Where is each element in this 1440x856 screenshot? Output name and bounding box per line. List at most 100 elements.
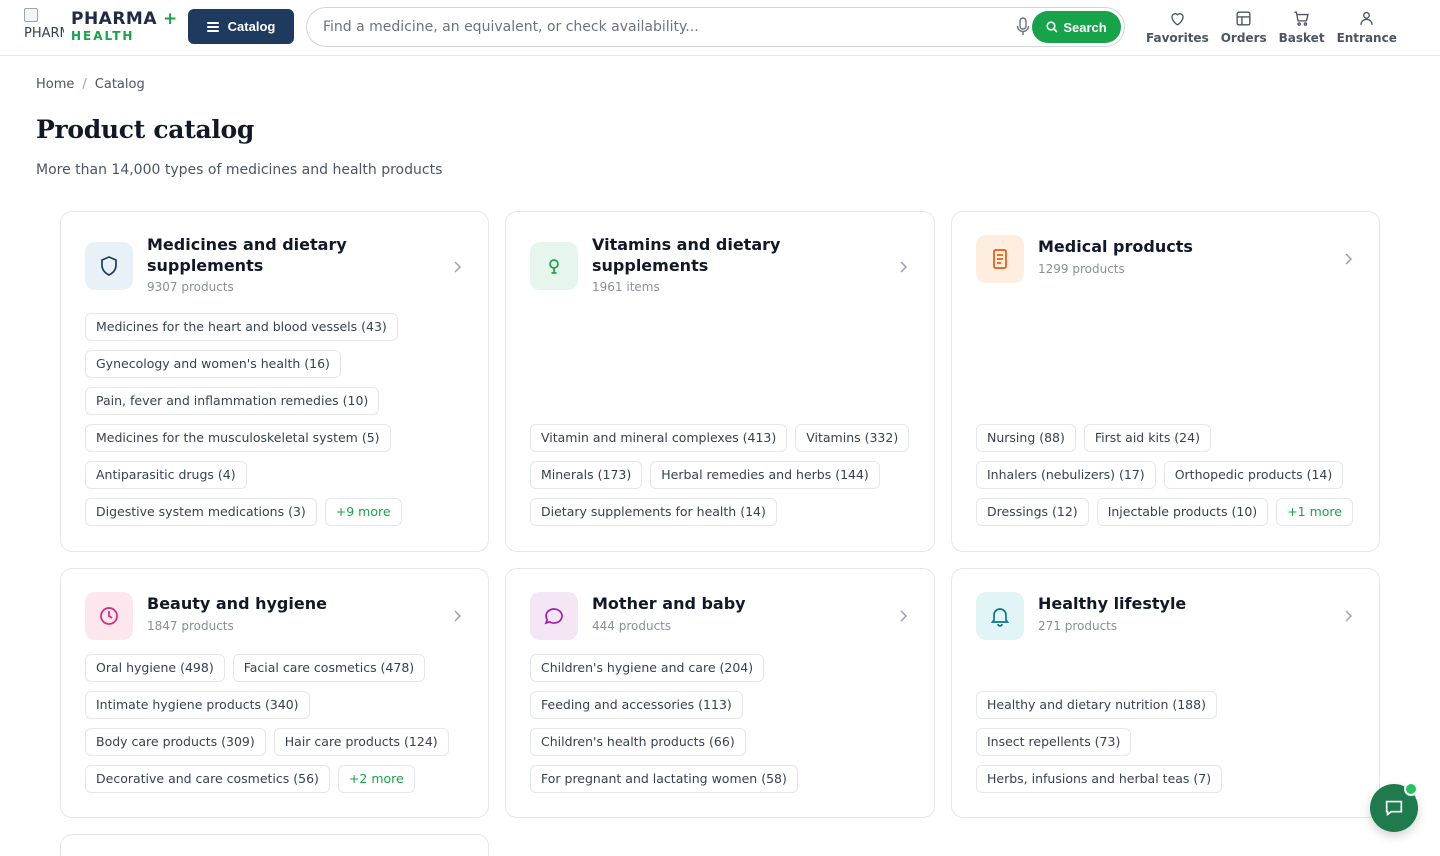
subcategory-chip[interactable]: For pregnant and lactating women (58) — [530, 765, 798, 793]
nav-favorites[interactable]: Favorites — [1140, 9, 1215, 45]
card-title: Vitamins and dietary supplements — [592, 235, 781, 275]
breadcrumb-separator: / — [82, 77, 87, 92]
chat-bubble-icon — [544, 608, 563, 625]
card-title: Medical products — [1038, 237, 1193, 256]
logo[interactable]: PHARMA + HEALTH — [71, 10, 178, 43]
card-count: 444 products — [592, 619, 672, 633]
nav-label: Entrance — [1336, 31, 1397, 45]
clock-icon — [100, 607, 118, 625]
subcategory-chip[interactable]: Intimate hygiene products (340) — [85, 691, 310, 719]
subcategory-chip[interactable]: Orthopedic products (14) — [1163, 461, 1344, 489]
subcategory-chip[interactable]: Herbal remedies and herbs (144) — [650, 461, 880, 489]
subcategory-chip[interactable]: Body care products (309) — [85, 728, 266, 756]
subcategory-chip[interactable]: Medicines for the heart and blood vessel… — [85, 313, 398, 341]
card-title: Mother and baby — [592, 594, 746, 613]
search-input[interactable] — [323, 8, 1013, 46]
search-button[interactable]: Search — [1032, 11, 1121, 43]
heart-icon — [1171, 13, 1184, 26]
card-count: 271 products — [1038, 619, 1118, 633]
nav-entrance[interactable]: Entrance — [1331, 9, 1403, 45]
chevron-right-icon[interactable] — [896, 609, 910, 623]
subcategory-chip[interactable]: Oral hygiene (498) — [85, 654, 225, 682]
subcategory-chips: Medicines for the heart and blood vessel… — [85, 313, 415, 526]
category-card-mother-baby[interactable]: Mother and baby 444 products Children's … — [505, 568, 935, 818]
card-title: Beauty and hygiene — [147, 594, 327, 613]
card-icon-box — [976, 592, 1024, 640]
search-button-label: Search — [1063, 19, 1107, 35]
shield-icon — [101, 256, 117, 276]
show-more-chip[interactable]: +1 more — [1276, 498, 1353, 526]
subcategory-chip[interactable]: Decorative and care cosmetics (56) — [85, 765, 330, 793]
subcategory-chip[interactable]: Children's health products (66) — [530, 728, 746, 756]
subcategory-chip[interactable]: Injectable products (10) — [1096, 498, 1269, 526]
logo-plus: + — [163, 9, 178, 29]
microphone-icon[interactable] — [1015, 17, 1031, 37]
subcategory-chip[interactable]: Healthy and dietary nutrition (188) — [976, 691, 1217, 719]
nav-label: Favorites — [1146, 31, 1209, 45]
document-icon — [993, 249, 1007, 269]
breadcrumb-current: Catalog — [94, 77, 145, 92]
category-card-vitamins[interactable]: Vitamins and dietary supplements 1961 it… — [505, 211, 935, 552]
nav-basket[interactable]: Basket — [1273, 9, 1331, 45]
card-title: Healthy lifestyle — [1038, 594, 1187, 613]
orders-icon — [1236, 11, 1251, 26]
breadcrumb-home[interactable]: Home — [36, 77, 74, 92]
subcategory-chip[interactable]: Herbs, infusions and herbal teas (7) — [976, 765, 1223, 793]
chevron-right-icon[interactable] — [450, 260, 464, 274]
logo-image[interactable]: PHARMA — [24, 8, 64, 42]
card-icon-box — [530, 592, 578, 640]
card-title: Medicines and dietary supplements — [147, 235, 347, 275]
subcategory-chip[interactable]: Feeding and accessories (113) — [530, 691, 743, 719]
category-card-medicines[interactable]: Medicines and dietary supplements 9307 p… — [60, 211, 489, 552]
bell-icon — [990, 608, 1010, 627]
subcategory-chip[interactable]: Minerals (173) — [530, 461, 643, 489]
catalog-button-label: Catalog — [227, 19, 276, 34]
subcategory-chip[interactable]: Pain, fever and inflammation remedies (1… — [85, 387, 380, 415]
subcategory-chip[interactable]: Dressings (12) — [976, 498, 1089, 526]
subcategory-chip[interactable]: Hair care products (124) — [273, 728, 449, 756]
card-icon-box — [530, 242, 578, 290]
card-count: 1847 products — [147, 619, 234, 633]
logo-alt-text: PHARMA — [24, 26, 64, 41]
chevron-right-icon[interactable] — [896, 260, 910, 274]
subcategory-chip[interactable]: Vitamin and mineral complexes (413) — [530, 424, 788, 452]
bulb-icon — [549, 259, 559, 274]
chevron-right-icon[interactable] — [1341, 609, 1355, 623]
chat-icon — [1385, 800, 1403, 817]
subcategory-chip[interactable]: Gynecology and women's health (16) — [85, 350, 341, 378]
top-header: PHARMA PHARMA+ HEALTH Catalog Search Fav… — [0, 0, 1440, 56]
cart-icon — [1294, 11, 1309, 26]
subcategory-chip[interactable]: Insect repellents (73) — [976, 728, 1132, 756]
show-more-chip[interactable]: +2 more — [337, 765, 415, 793]
category-card-partial[interactable] — [60, 834, 489, 856]
header-nav: Favorites Orders Basket Entrance — [1140, 9, 1403, 45]
search-bar: Search — [306, 7, 1125, 47]
subcategory-chip[interactable]: Nursing (88) — [976, 424, 1076, 452]
subcategory-chip[interactable]: Facial care cosmetics (478) — [232, 654, 426, 682]
card-icon-box — [85, 592, 133, 640]
subcategory-chip[interactable]: Dietary supplements for health (14) — [530, 498, 777, 526]
nav-orders[interactable]: Orders — [1215, 9, 1273, 45]
category-card-medical-products[interactable]: Medical products 1299 products Nursing (… — [951, 211, 1380, 552]
category-card-beauty[interactable]: Beauty and hygiene 1847 products Oral hy… — [60, 568, 489, 818]
card-count: 9307 products — [147, 280, 234, 294]
chevron-right-icon[interactable] — [1341, 252, 1355, 266]
subcategory-chips: Vitamin and mineral complexes (413) Vitam… — [530, 424, 910, 526]
menu-icon — [206, 21, 219, 32]
subcategory-chip[interactable]: Vitamins (332) — [795, 424, 910, 452]
card-count: 1961 items — [592, 280, 660, 294]
show-more-chip[interactable]: +9 more — [324, 498, 402, 526]
subcategory-chip[interactable]: Medicines for the musculoskeletal system… — [85, 424, 391, 452]
catalog-button[interactable]: Catalog — [188, 9, 294, 44]
subcategory-chip[interactable]: First aid kits (24) — [1083, 424, 1211, 452]
subcategory-chip[interactable]: Inhalers (nebulizers) (17) — [976, 461, 1156, 489]
online-indicator — [1404, 782, 1418, 796]
subcategory-chip[interactable]: Children's hygiene and care (204) — [530, 654, 765, 682]
chat-button[interactable] — [1370, 782, 1418, 832]
category-card-healthy-lifestyle[interactable]: Healthy lifestyle 271 products Healthy a… — [951, 568, 1380, 818]
chevron-right-icon[interactable] — [450, 609, 464, 623]
subcategory-chip[interactable]: Digestive system medications (3) — [85, 498, 317, 526]
card-icon-box — [976, 235, 1024, 283]
subcategory-chip[interactable]: Antiparasitic drugs (4) — [85, 461, 247, 489]
page-title: Product catalog — [36, 115, 255, 144]
